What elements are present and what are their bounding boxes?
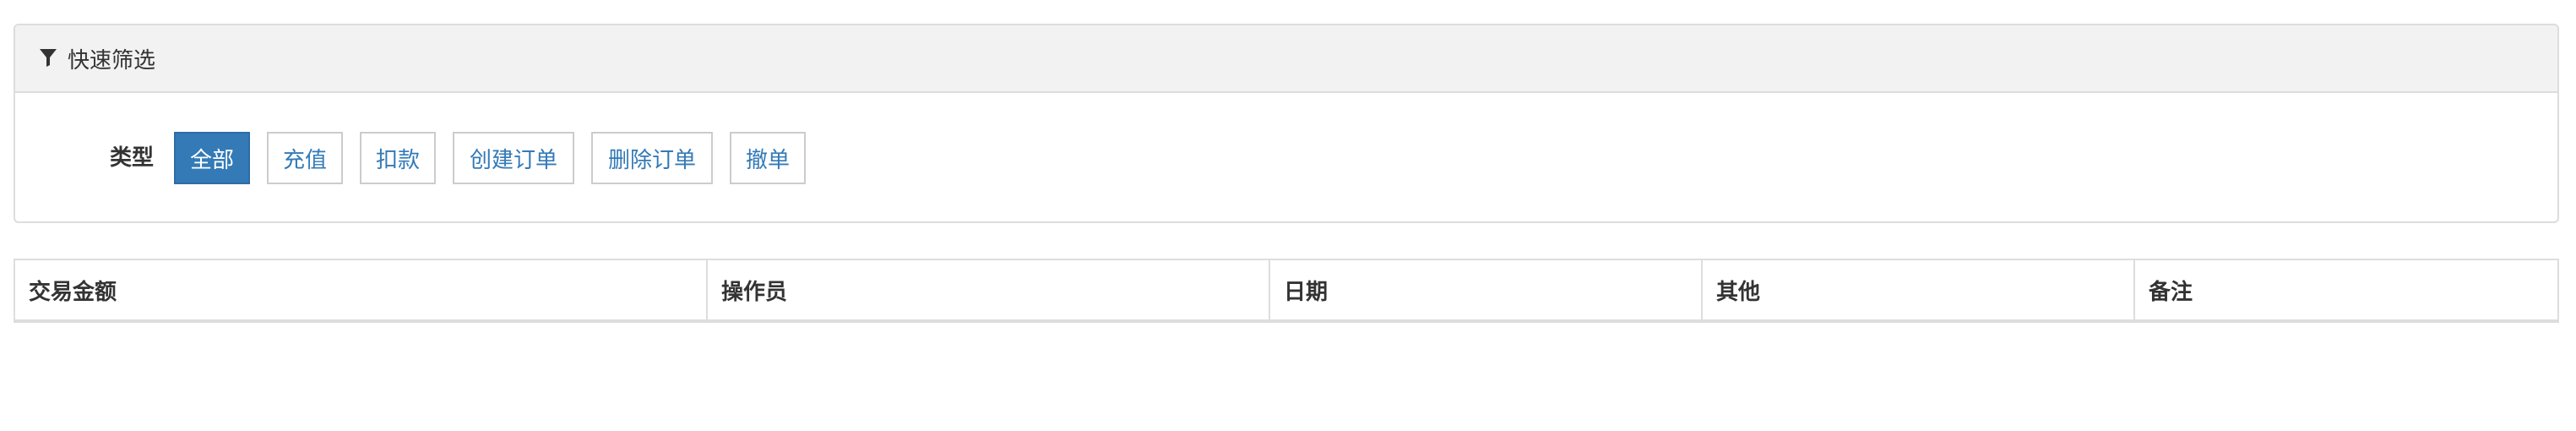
panel-title: 快速筛选 (68, 47, 156, 74)
column-header-other[interactable]: 其他 (1703, 260, 2135, 319)
transactions-table-header: 交易金额 操作员 日期 其他 备注 (14, 259, 2559, 323)
column-header-operator[interactable]: 操作员 (708, 260, 1270, 319)
filter-icon (39, 47, 61, 69)
filter-button-deduct[interactable]: 扣款 (360, 132, 436, 184)
panel-body: 类型 全部 充值 扣款 创建订单 删除订单 撤单 (15, 93, 2557, 221)
filter-button-delete-order[interactable]: 删除订单 (591, 132, 713, 184)
quick-filter-panel: 快速筛选 类型 全部 充值 扣款 创建订单 删除订单 撤单 (14, 24, 2559, 223)
filter-button-create-order[interactable]: 创建订单 (453, 132, 574, 184)
column-header-date[interactable]: 日期 (1270, 260, 1703, 319)
filter-button-cancel-order[interactable]: 撤单 (730, 132, 806, 184)
column-header-amount[interactable]: 交易金额 (15, 260, 708, 319)
panel-heading: 快速筛选 (15, 25, 2557, 93)
filter-button-recharge[interactable]: 充值 (267, 132, 343, 184)
filter-button-all[interactable]: 全部 (174, 132, 250, 184)
type-label: 类型 (109, 145, 154, 171)
column-header-remark[interactable]: 备注 (2135, 260, 2557, 319)
type-filter-buttons: 全部 充值 扣款 创建订单 删除订单 撤单 (174, 132, 806, 184)
